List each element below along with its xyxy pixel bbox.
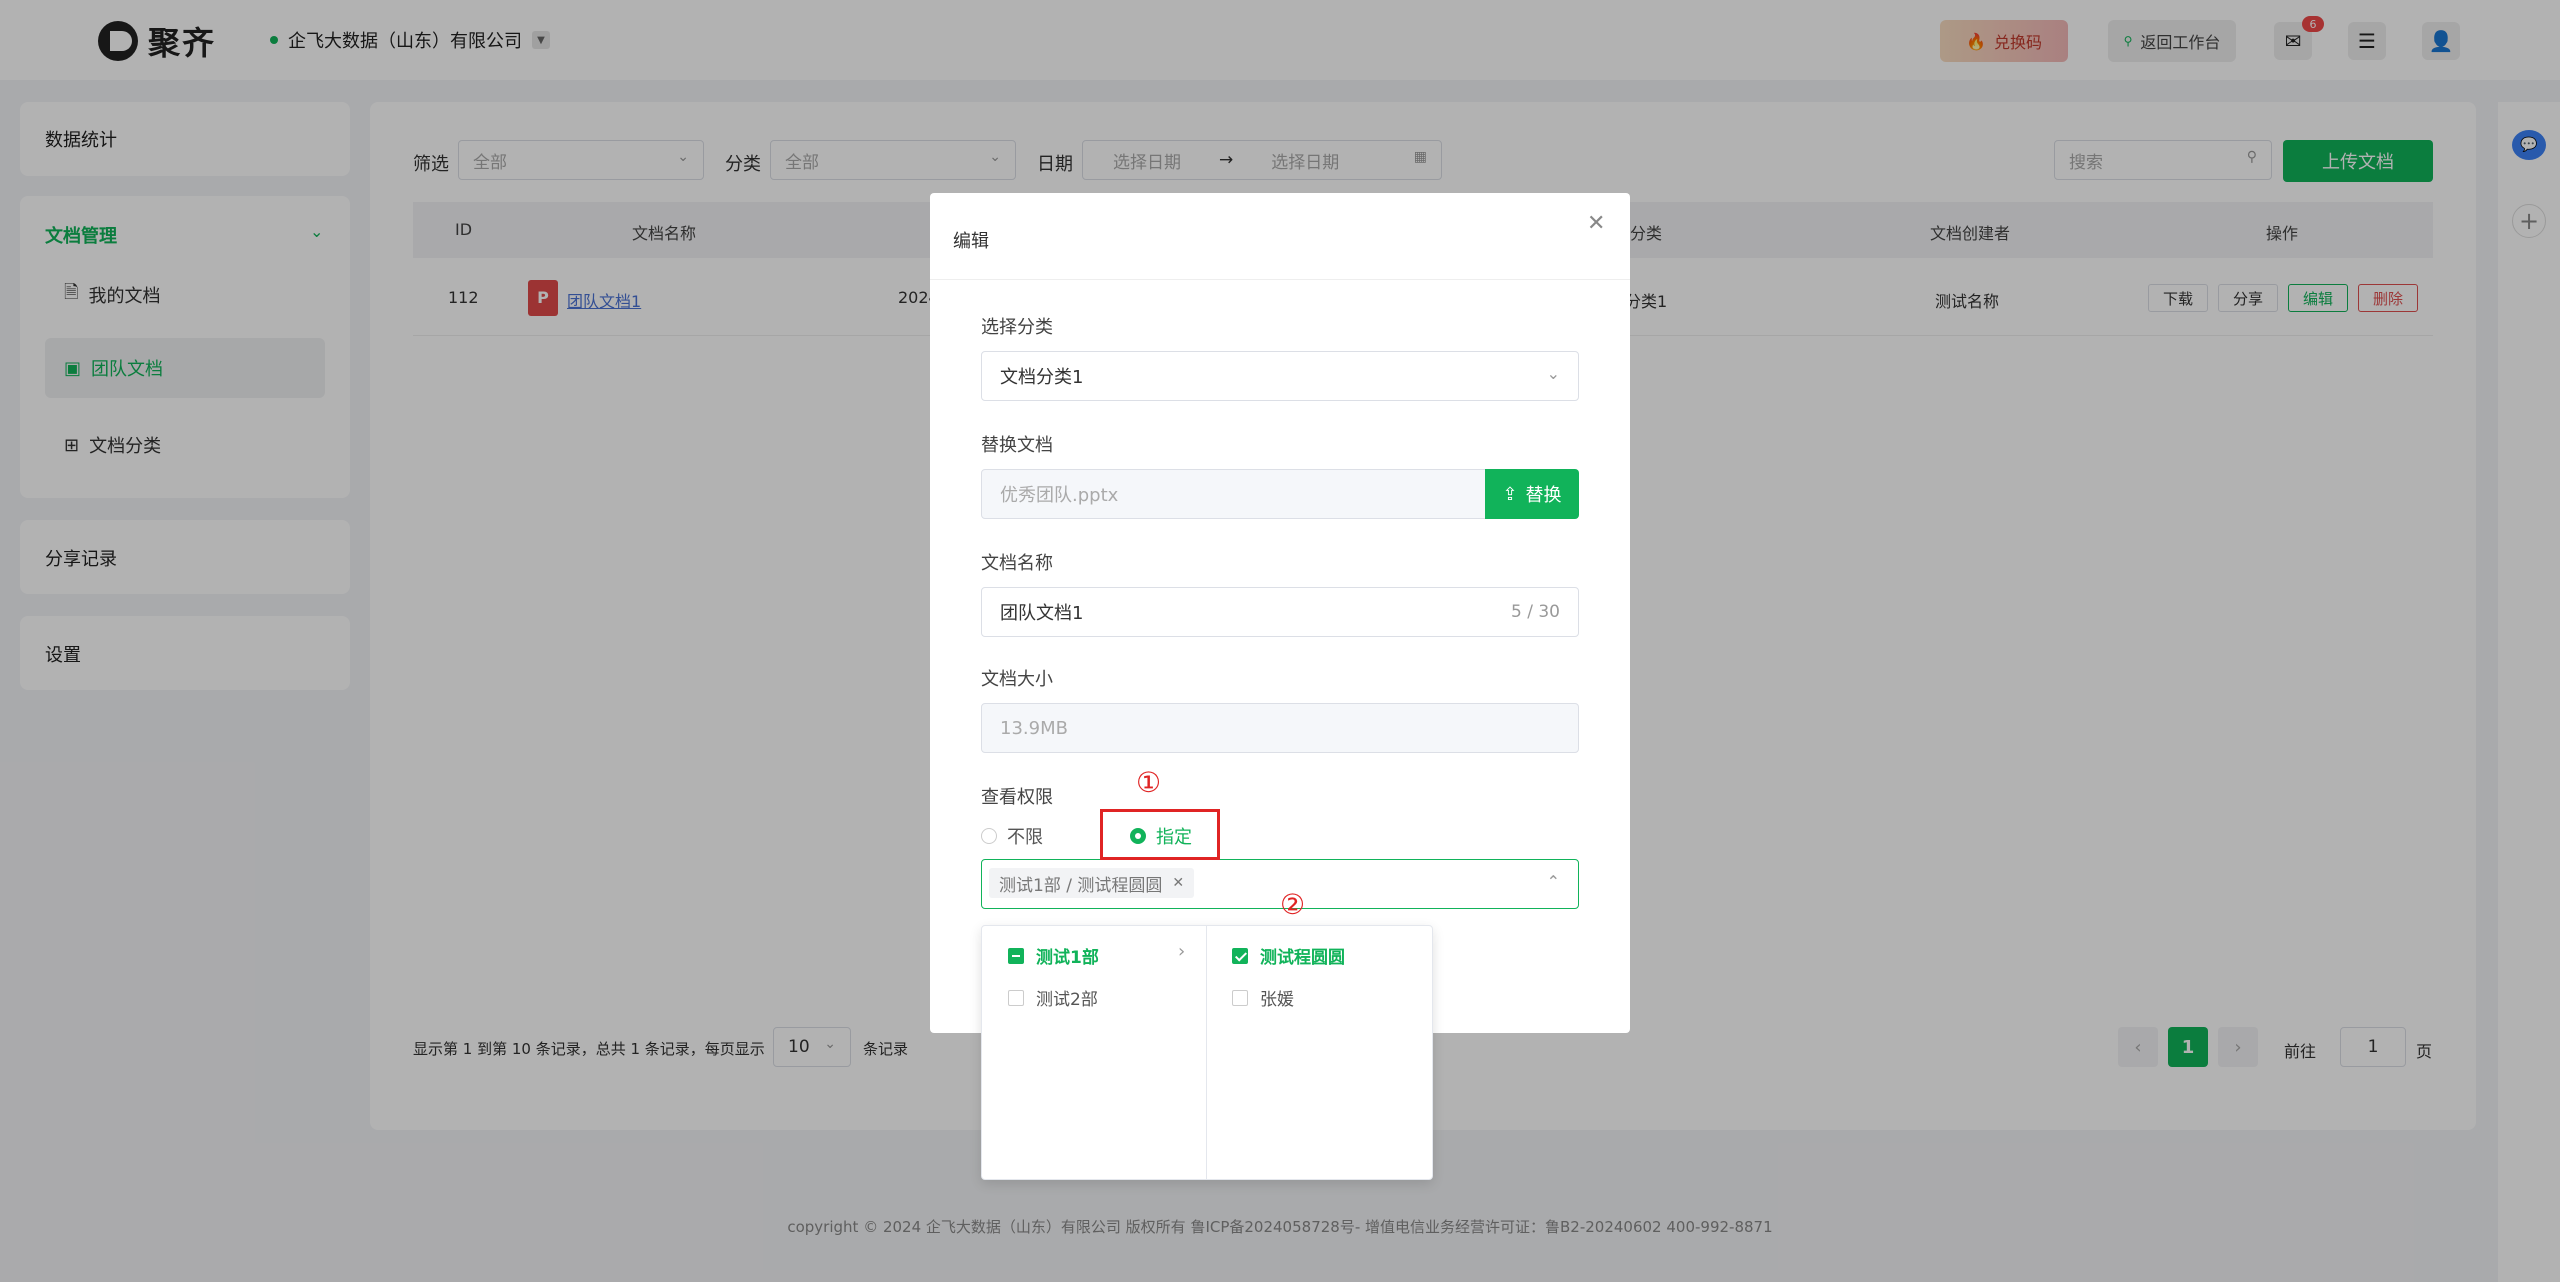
cascader-divider <box>1206 926 1207 1179</box>
dept-1-label: 测试1部 <box>1036 948 1099 968</box>
permission-field-label: 查看权限 <box>981 787 1053 808</box>
category-field-value: 文档分类1 <box>1000 367 1084 388</box>
radio-off-icon <box>981 828 997 844</box>
chevron-down-icon: ⌄ <box>1546 364 1560 383</box>
close-icon[interactable]: ✕ <box>1587 211 1605 236</box>
replace-file-input: 优秀团队.pptx <box>981 469 1487 519</box>
selected-member-tag: 测试1部 / 测试程圆圆 ✕ <box>989 868 1195 898</box>
annotation-mark-1: ① <box>1136 766 1162 799</box>
highlight-box-1 <box>1100 809 1220 860</box>
cascader-member-2[interactable]: 张媛 <box>1232 985 1294 1010</box>
cascader-dept-1[interactable]: 测试1部 <box>1008 943 1099 968</box>
checkbox-off-icon[interactable] <box>1232 989 1248 1006</box>
replace-field-label: 替换文档 <box>981 435 1053 456</box>
size-field-input: 13.9MB <box>981 703 1579 753</box>
member-1-label: 测试程圆圆 <box>1260 948 1345 968</box>
chevron-up-icon: ⌃ <box>1546 872 1560 891</box>
name-field-label: 文档名称 <box>981 553 1053 574</box>
modal-divider <box>930 279 1630 280</box>
chevron-right-icon: › <box>1178 941 1186 962</box>
replace-button-label: 替换 <box>1525 485 1562 506</box>
modal-title: 编辑 <box>953 231 989 252</box>
selected-member-tag-label: 测试1部 / 测试程圆圆 <box>999 875 1163 896</box>
checkbox-on-icon[interactable] <box>1232 947 1248 964</box>
annotation-mark-2: ② <box>1280 888 1306 921</box>
category-field-select[interactable]: 文档分类1 ⌄ <box>981 351 1579 401</box>
member-2-label: 张媛 <box>1260 990 1294 1010</box>
member-cascader-dropdown: 测试1部 › 测试2部 测试程圆圆 张媛 <box>981 925 1433 1180</box>
tag-close-icon[interactable]: ✕ <box>1172 875 1184 891</box>
name-char-count: 5 / 30 <box>1511 602 1560 622</box>
radio-unlimited[interactable]: 不限 <box>981 823 1043 849</box>
size-field-label: 文档大小 <box>981 669 1053 690</box>
name-field-value: 团队文档1 <box>1000 603 1084 624</box>
cascader-dept-2[interactable]: 测试2部 <box>1008 985 1098 1010</box>
dept-2-label: 测试2部 <box>1036 990 1098 1010</box>
cascader-member-1[interactable]: 测试程圆圆 <box>1232 943 1345 968</box>
upload-icon: ⇪ <box>1502 483 1518 505</box>
name-field-input[interactable]: 团队文档1 5 / 30 <box>981 587 1579 637</box>
category-field-label: 选择分类 <box>981 317 1053 338</box>
checkbox-partial-icon[interactable] <box>1008 947 1024 964</box>
checkbox-off-icon[interactable] <box>1008 989 1024 1006</box>
radio-unlimited-label: 不限 <box>1007 827 1043 848</box>
replace-button[interactable]: ⇪ 替换 <box>1485 469 1579 519</box>
